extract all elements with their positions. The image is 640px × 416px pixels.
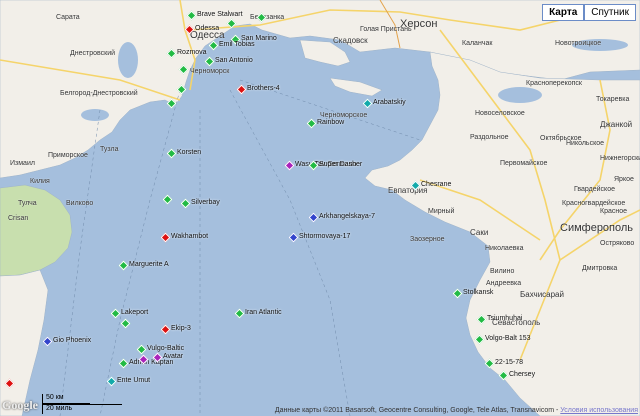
place-label: Мирный — [428, 208, 455, 215]
vessel-label: Chesrane — [421, 181, 452, 188]
vessel-label: San Antonio — [215, 57, 253, 64]
place-label: Голая Пристань — [360, 26, 412, 33]
place-label: Скадовск — [333, 36, 368, 45]
vessel-label: 22-15-78 — [495, 359, 524, 366]
map-button[interactable]: Карта — [542, 4, 585, 21]
vessel-label: Shtormovaya-17 — [299, 233, 351, 240]
vessel-label: Silverbay — [191, 199, 220, 206]
google-logo[interactable]: Google — [2, 398, 38, 413]
vessel-label: Chersey — [509, 371, 536, 378]
vessel-label: Adnan Kaptan — [129, 359, 174, 366]
place-label: Дмитровка — [582, 265, 618, 272]
attribution-text: Данные карты ©2011 Basarsoft, Geocentre … — [274, 407, 559, 414]
vessel-label: Wakhambot — [171, 233, 209, 240]
lagoon — [81, 109, 109, 121]
place-label: Сарата — [56, 14, 80, 21]
place-label: Токаревка — [596, 96, 630, 103]
place-label: Каланчак — [462, 40, 493, 47]
place-label: Днестровский — [70, 50, 116, 57]
place-label: Черноморск — [190, 68, 230, 75]
vessel-label: Iran Atlantic — [245, 309, 282, 316]
vessel-label: Lakeport — [121, 309, 149, 316]
place-label: Симферополь — [560, 222, 634, 234]
place-label: Джанкой — [600, 120, 633, 129]
vessel-label: Arabatskiy — [373, 99, 406, 106]
vessel-label: Arkhangelskaya-7 — [319, 213, 376, 220]
place-label: Вилино — [490, 268, 515, 275]
scale-km: 50 км — [46, 394, 64, 401]
vessel-label: Odessa — [195, 25, 220, 32]
place-label: Красноперекопск — [526, 80, 582, 87]
vessel-label: Ekip-3 — [171, 325, 191, 332]
map-attribution: Данные карты ©2011 Basarsoft, Geocentre … — [275, 407, 638, 414]
place-label: Crisan — [8, 215, 29, 222]
lagoon — [118, 42, 138, 78]
vessel-label: Volgo-Balt 153 — [485, 335, 531, 342]
vessel-label: Avatar — [163, 353, 184, 360]
terms-link[interactable]: Условия использования — [560, 407, 638, 414]
place-label: Саки — [470, 228, 489, 237]
place-label: Бахчисарай — [520, 290, 564, 299]
vessel-label: Korsten — [177, 149, 202, 156]
vessel-label: Vulgo-Baltic — [147, 345, 185, 352]
place-label: Тузла — [100, 146, 119, 153]
vessel-label: Rozmova — [177, 49, 207, 56]
map-canvas[interactable] — [0, 0, 640, 416]
vessel-label: Stolkansk — [463, 289, 494, 296]
place-label: Остряково — [600, 240, 635, 247]
place-label: Новотроицкое — [555, 40, 602, 47]
place-label: Первомайское — [500, 160, 548, 167]
place-label: Раздольное — [470, 134, 509, 141]
vessel-label: Brothers-4 — [247, 85, 280, 92]
place-label: Никольское — [566, 140, 605, 147]
place-label: Николаевка — [485, 245, 524, 252]
vessel-label: Marguerite A — [129, 261, 169, 268]
scale-mi: 20 миль — [46, 405, 73, 412]
place-label: Приморское — [48, 152, 88, 159]
scale-bar: 50 км 20 миль — [42, 394, 122, 414]
place-label: Березанка — [250, 14, 285, 21]
place-label: Килия — [30, 178, 50, 185]
place-label: Заозерное — [410, 236, 445, 243]
place-label: Андреевка — [486, 280, 522, 287]
vessel-label: Rainbow — [317, 119, 345, 126]
vessel-label: Gio Phoenix — [53, 337, 92, 344]
vessel-label: Super Dasher — [319, 161, 363, 168]
place-label: Нижнегорский — [600, 155, 640, 162]
place-label: Черноморское — [320, 112, 368, 119]
lake-sivash — [498, 87, 542, 103]
satellite-button[interactable]: Спутник — [584, 4, 636, 21]
vessel-label: Emil Tobias — [219, 41, 255, 48]
place-label: Измаил — [10, 160, 35, 167]
place-label: Яркое — [614, 176, 634, 183]
place-label: Тулча — [18, 200, 37, 207]
place-label: Вилково — [66, 200, 94, 207]
place-label: Гвардейское — [574, 186, 615, 193]
vessel-label: Ente Umut — [117, 377, 151, 384]
place-label: Новоселовское — [475, 110, 525, 117]
place-label: Красное — [600, 208, 628, 215]
map-type-switch: Карта Спутник — [542, 4, 636, 21]
place-label: Белгород-Днестровский — [60, 90, 138, 97]
place-label: Красногвардейское — [562, 200, 626, 207]
vessel-label: Brave Stalwart — [197, 11, 243, 18]
vessel-label: Tsiumhuhai — [487, 315, 523, 322]
